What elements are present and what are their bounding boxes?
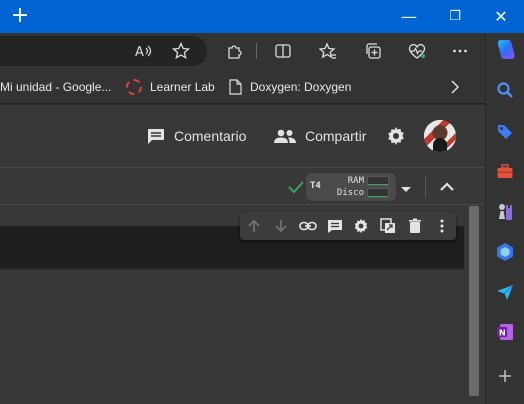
favorites-bar: Mi unidad - Google... Learner Lab Doxyge… bbox=[0, 69, 485, 104]
favorite-star-icon[interactable] bbox=[170, 40, 192, 62]
page-scrollbar[interactable] bbox=[468, 206, 480, 404]
mirror-cell-icon[interactable] bbox=[378, 216, 398, 236]
page-icon bbox=[229, 79, 242, 95]
delete-trash-icon[interactable] bbox=[405, 216, 425, 236]
runtime-resources-indicator[interactable]: T4 RAM Disco bbox=[306, 173, 396, 201]
runtime-bar: T4 RAM Disco bbox=[0, 169, 485, 205]
notebook-cells bbox=[0, 206, 485, 404]
accelerator-label: T4 bbox=[310, 181, 321, 191]
colab-page: Comentario Compartir T4 RAM Disco bbox=[0, 105, 485, 404]
edge-sidebar: N bbox=[485, 33, 524, 404]
cell-more-menu-icon[interactable] bbox=[432, 216, 452, 236]
connected-check-icon bbox=[288, 179, 304, 198]
browser-titlebar: + — ❐ ✕ bbox=[0, 0, 524, 33]
link-icon[interactable] bbox=[298, 216, 318, 236]
more-menu-icon[interactable] bbox=[449, 40, 471, 62]
extensions-icon[interactable] bbox=[224, 40, 246, 62]
add-sidebar-app-icon[interactable] bbox=[494, 365, 516, 387]
split-screen-icon[interactable] bbox=[272, 40, 294, 62]
ram-label: RAM bbox=[347, 176, 364, 186]
favorite-item[interactable]: Mi unidad - Google... bbox=[0, 78, 111, 96]
disk-label: Disco bbox=[336, 188, 364, 198]
browser-essentials-icon[interactable] bbox=[406, 40, 428, 62]
close-window-button[interactable]: ✕ bbox=[492, 8, 510, 26]
cell-settings-gear-icon[interactable] bbox=[351, 216, 371, 236]
add-comment-icon[interactable] bbox=[325, 216, 345, 236]
games-chess-icon[interactable] bbox=[494, 201, 516, 223]
favorites-icon[interactable] bbox=[317, 40, 339, 62]
browser-toolbar: A bbox=[0, 33, 485, 69]
avatar[interactable] bbox=[424, 120, 456, 152]
minimize-button[interactable]: — bbox=[400, 8, 418, 26]
microsoft-365-icon[interactable] bbox=[494, 241, 516, 263]
search-icon[interactable] bbox=[494, 79, 516, 101]
send-plane-icon[interactable] bbox=[494, 281, 516, 303]
shopping-tag-icon[interactable] bbox=[494, 121, 516, 143]
disk-usage-bar bbox=[367, 188, 389, 198]
svg-text:A: A bbox=[135, 45, 144, 60]
move-up-arrow-icon[interactable] bbox=[244, 216, 264, 236]
favorite-item[interactable]: Learner Lab bbox=[126, 78, 215, 96]
cell-toolbar bbox=[240, 212, 456, 240]
favorite-item[interactable]: Doxygen: Doxygen bbox=[229, 78, 351, 96]
tools-briefcase-icon[interactable] bbox=[494, 161, 516, 183]
svg-text:N: N bbox=[499, 329, 506, 338]
collapse-chevron-up-icon[interactable] bbox=[439, 179, 455, 198]
collections-icon[interactable] bbox=[362, 40, 384, 62]
new-tab-button[interactable]: + bbox=[9, 5, 31, 27]
onenote-icon[interactable]: N bbox=[494, 321, 516, 343]
favorites-overflow-chevron-icon[interactable] bbox=[450, 78, 460, 96]
colab-header: Comentario Compartir bbox=[0, 105, 485, 168]
runtime-dropdown-icon[interactable] bbox=[399, 180, 413, 199]
comment-icon bbox=[146, 126, 166, 146]
ram-usage-bar bbox=[367, 176, 389, 186]
share-button[interactable]: Compartir bbox=[274, 122, 366, 150]
address-bar[interactable]: A bbox=[0, 36, 207, 66]
move-down-arrow-icon[interactable] bbox=[271, 216, 291, 236]
copilot-icon[interactable] bbox=[492, 37, 518, 63]
dashed-circle-icon bbox=[126, 79, 142, 95]
comment-button[interactable]: Comentario bbox=[146, 122, 246, 150]
settings-gear-icon[interactable] bbox=[386, 122, 406, 150]
people-icon bbox=[274, 128, 296, 144]
read-aloud-icon[interactable]: A bbox=[132, 40, 154, 62]
restore-button[interactable]: ❐ bbox=[446, 8, 464, 26]
